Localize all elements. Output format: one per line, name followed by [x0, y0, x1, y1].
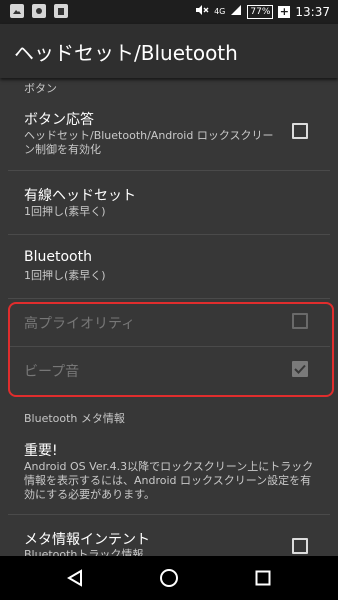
network-type: 4G: [214, 6, 226, 16]
button-response-title: ボタン応答: [24, 112, 94, 128]
meta-intent-title: メタ情報インテント: [24, 532, 150, 548]
important-text-line1: Android OS Ver.4.3以降でロックスクリーン上にトラック: [24, 460, 314, 473]
page-title: ヘッドセット/Bluetooth: [14, 41, 238, 65]
charging-icon: +: [278, 4, 291, 18]
divider: [8, 234, 330, 235]
button-response-summary-line1: ヘッドセット/Bluetooth/Android ロックスクリー: [24, 129, 274, 142]
divider: [8, 298, 330, 299]
bluetooth-summary: 1回押し(素早く): [24, 269, 106, 282]
back-icon[interactable]: [63, 566, 87, 590]
recents-icon[interactable]: [251, 566, 275, 590]
important-title: 重要!: [24, 443, 58, 459]
system-icons: 4G 77% + 13:37: [195, 4, 330, 19]
section-header-buttons: ボタン: [24, 82, 57, 95]
important-text-line2: 情報を表示するには、Android ロックスクリーン設定を有: [24, 474, 312, 487]
button-response-summary-line2: ン制御を有効化: [24, 143, 101, 156]
wired-headset-summary: 1回押し(素早く): [24, 205, 106, 218]
important-text-line3: 効にする必要があります。: [24, 488, 156, 501]
status-bar: 4G 77% + 13:37: [0, 0, 338, 24]
wired-headset-title: 有線ヘッドセット: [24, 188, 136, 204]
highlight-annotation: [8, 302, 334, 397]
mute-icon: [195, 4, 209, 19]
settings-list[interactable]: ボタン ボタン応答 ヘッドセット/Bluetooth/Android ロックスク…: [0, 78, 338, 556]
clipboard-icon: [54, 4, 68, 18]
battery-icon: 77%: [247, 4, 274, 19]
battery-level: 77%: [250, 6, 271, 17]
signal-icon: [230, 4, 242, 19]
gallery-icon: [10, 4, 24, 18]
section-header-bluetooth-meta: Bluetooth メタ情報: [24, 412, 125, 425]
photo-icon: [32, 4, 46, 18]
notification-icons: [10, 4, 68, 18]
bluetooth-title: Bluetooth: [24, 249, 92, 265]
button-response-checkbox[interactable]: [292, 123, 308, 139]
navigation-bar: [0, 556, 338, 600]
meta-intent-summary: Bluetoothトラック情報: [24, 548, 144, 556]
home-icon[interactable]: [157, 566, 181, 590]
meta-intent-checkbox[interactable]: [292, 538, 308, 554]
clock: 13:37: [295, 4, 330, 19]
divider: [8, 170, 330, 171]
app-bar: ヘッドセット/Bluetooth: [0, 24, 338, 78]
divider: [8, 514, 330, 515]
